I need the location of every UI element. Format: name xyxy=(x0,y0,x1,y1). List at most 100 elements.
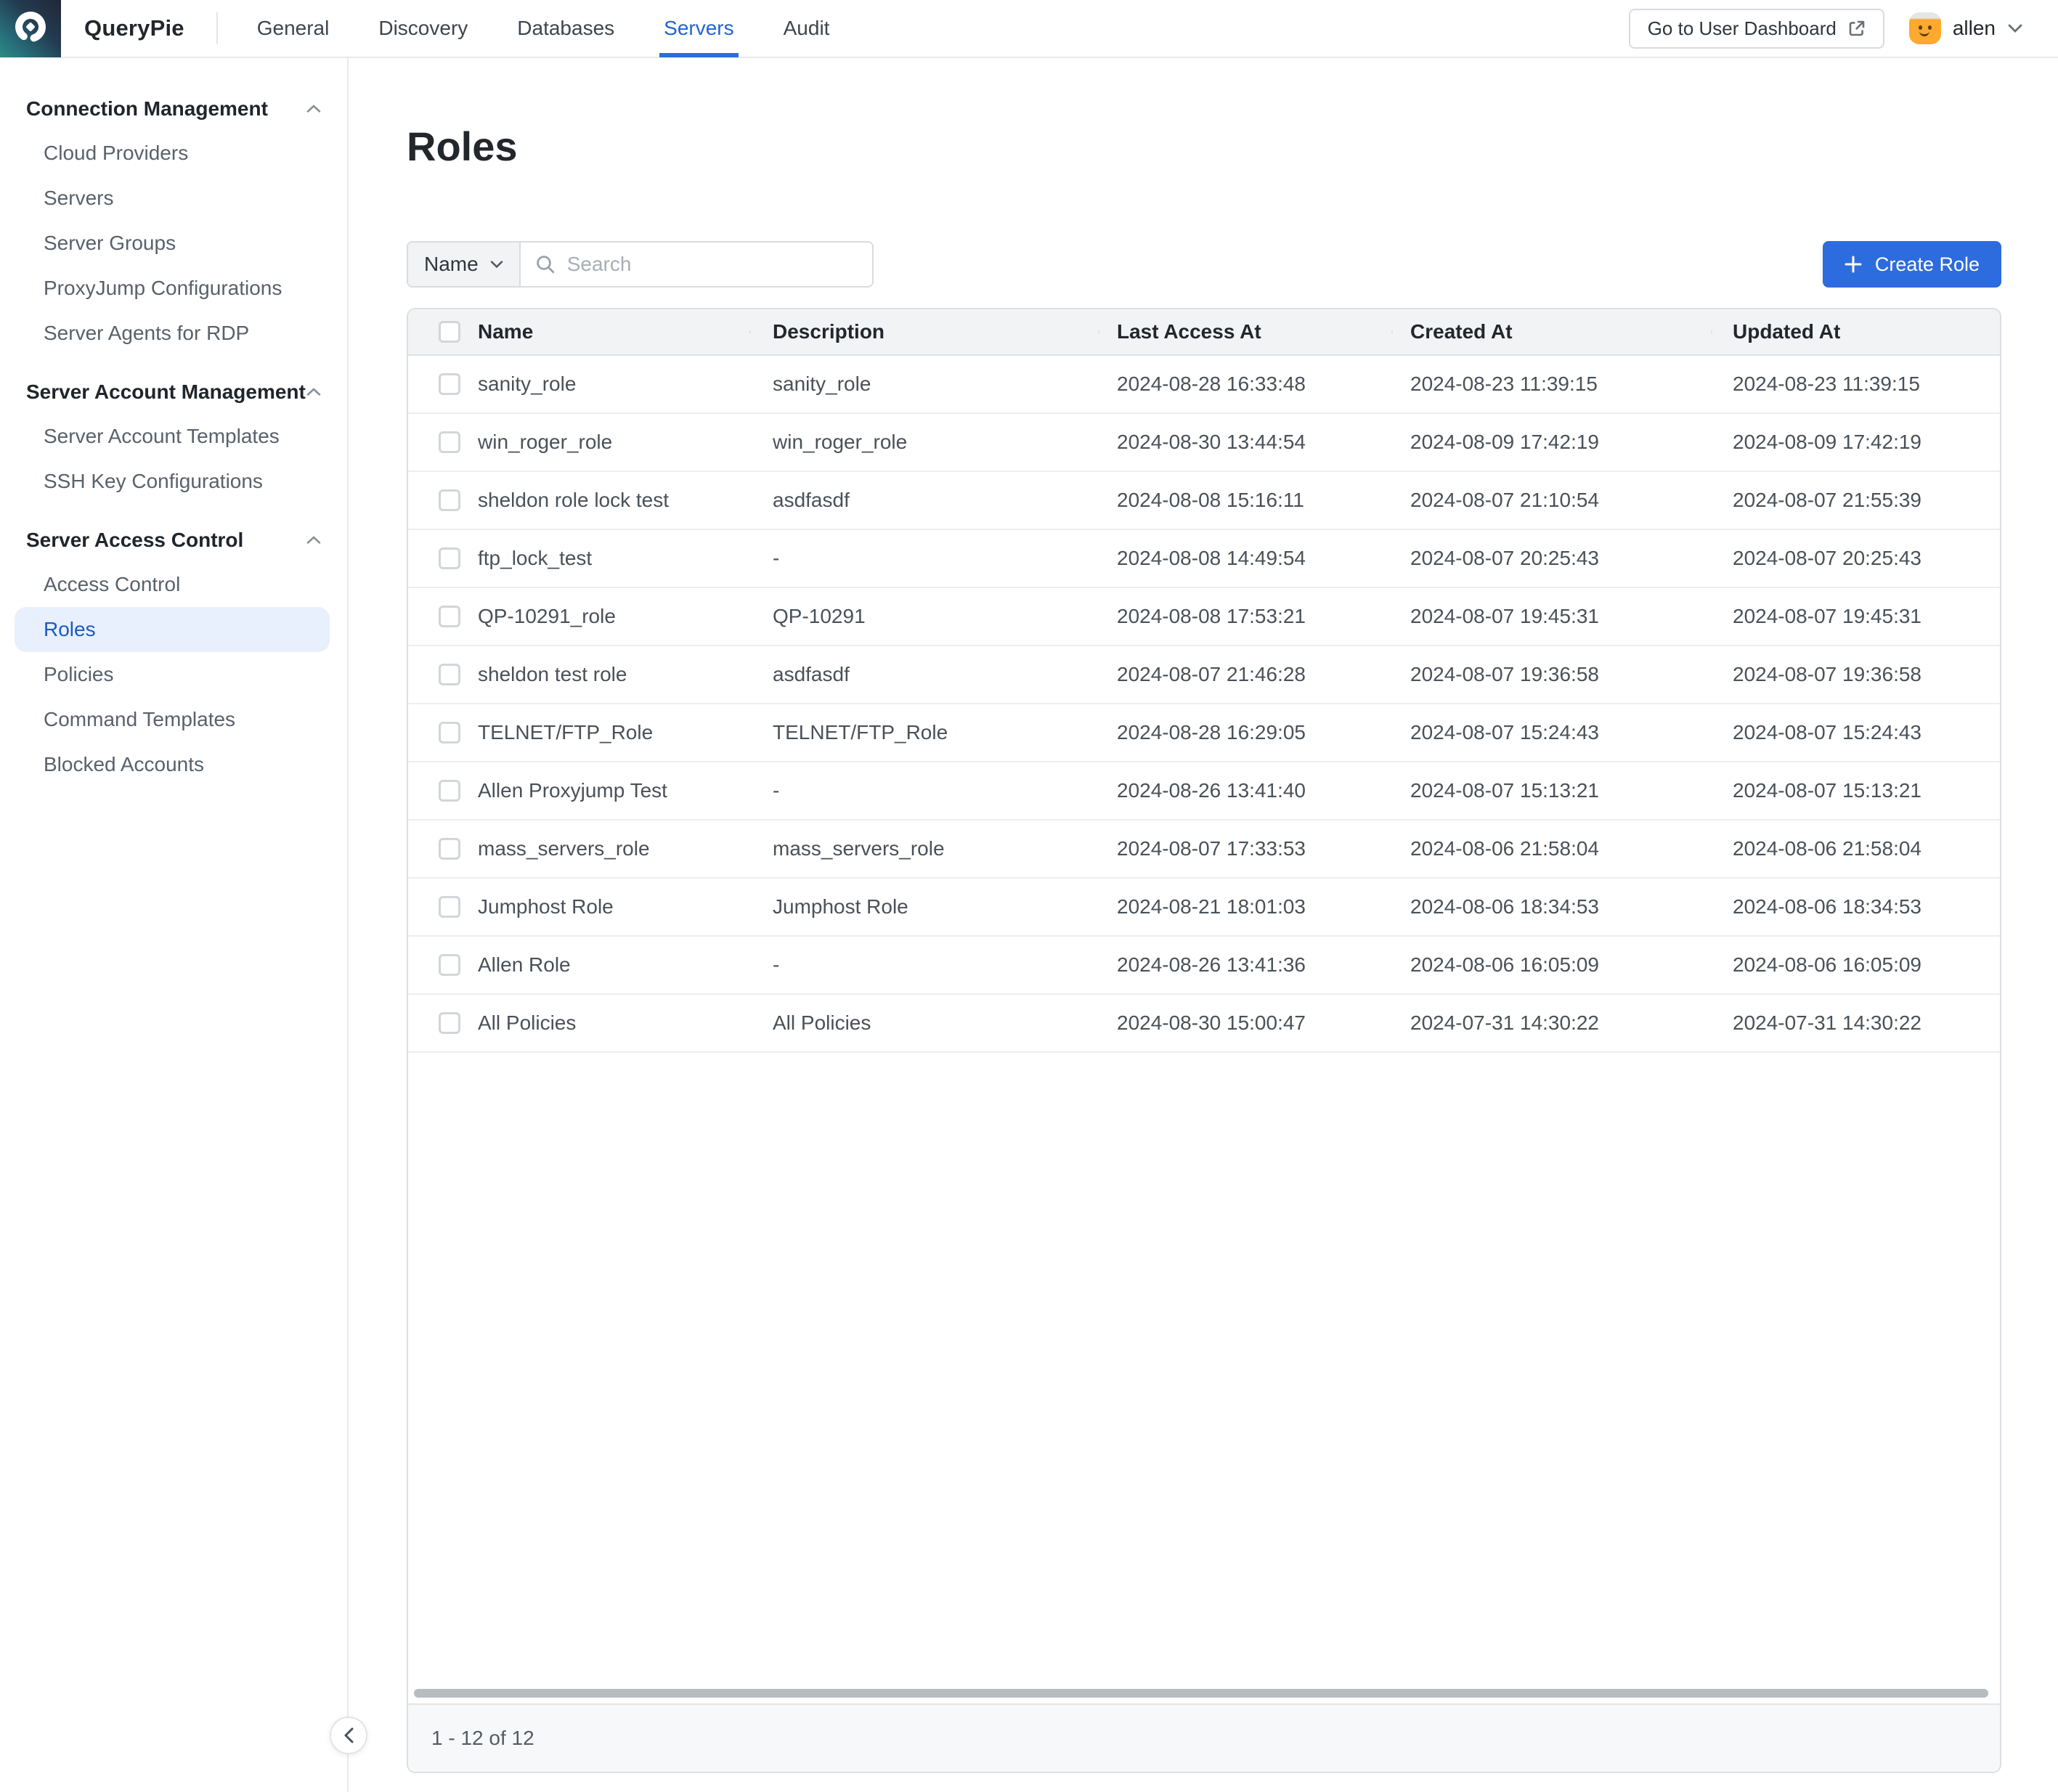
sidebar-section-header[interactable]: Server Account Management xyxy=(0,376,347,408)
row-checkbox[interactable] xyxy=(439,896,460,918)
go-to-user-dashboard-button[interactable]: Go to User Dashboard xyxy=(1629,9,1884,49)
user-avatar xyxy=(1909,12,1941,44)
row-checkbox[interactable] xyxy=(439,606,460,627)
sidebar-item-ssh-key-configurations[interactable]: SSH Key Configurations xyxy=(0,459,347,504)
sidebar-section-header[interactable]: Server Access Control xyxy=(0,524,347,556)
sidebar-item-servers[interactable]: Servers xyxy=(0,176,347,221)
row-checkbox[interactable] xyxy=(439,431,460,453)
cell-created_at: 2024-08-06 16:05:09 xyxy=(1391,953,1711,977)
user-menu[interactable]: allen xyxy=(1909,12,2023,44)
table-row[interactable]: mass_servers_rolemass_servers_role2024-0… xyxy=(408,820,2000,879)
column-header-description[interactable]: Description xyxy=(749,320,1098,343)
column-header-last-access-at[interactable]: Last Access At xyxy=(1098,320,1391,343)
sidebar-item-policies[interactable]: Policies xyxy=(0,652,347,697)
row-checkbox[interactable] xyxy=(439,780,460,802)
sidebar-item-cloud-providers[interactable]: Cloud Providers xyxy=(0,131,347,176)
sidebar-item-server-agents-for-rdp[interactable]: Server Agents for RDP xyxy=(0,311,347,356)
roles-table: NameDescriptionLast Access AtCreated AtU… xyxy=(407,308,2001,1773)
table-row[interactable]: ftp_lock_test-2024-08-08 14:49:542024-08… xyxy=(408,530,2000,588)
cell-last_access_at: 2024-08-28 16:33:48 xyxy=(1098,372,1391,396)
row-checkbox[interactable] xyxy=(439,489,460,511)
cell-last_access_at: 2024-08-30 13:44:54 xyxy=(1098,431,1391,454)
cell-name: sheldon role lock test xyxy=(460,489,749,512)
table-row[interactable]: TELNET/FTP_RoleTELNET/FTP_Role2024-08-28… xyxy=(408,704,2000,762)
table-row[interactable]: QP-10291_roleQP-102912024-08-08 17:53:21… xyxy=(408,588,2000,646)
column-header-name[interactable]: Name xyxy=(460,320,749,343)
search-input[interactable] xyxy=(567,253,858,276)
table-row[interactable]: sheldon test roleasdfasdf2024-08-07 21:4… xyxy=(408,646,2000,704)
create-role-label: Create Role xyxy=(1875,253,1980,276)
table-row[interactable]: Allen Proxyjump Test-2024-08-26 13:41:40… xyxy=(408,762,2000,820)
row-checkbox[interactable] xyxy=(439,1012,460,1034)
tab-general[interactable]: General xyxy=(232,0,354,57)
row-checkbox[interactable] xyxy=(439,722,460,744)
cell-name: TELNET/FTP_Role xyxy=(460,721,749,744)
row-checkbox[interactable] xyxy=(439,664,460,685)
cell-description: - xyxy=(749,779,1098,802)
row-checkbox-cell xyxy=(408,1012,460,1034)
table-header-row: NameDescriptionLast Access AtCreated AtU… xyxy=(408,309,2000,356)
cell-name: Allen Role xyxy=(460,953,749,977)
cell-name: sheldon test role xyxy=(460,663,749,686)
querypie-logo-icon xyxy=(12,9,49,47)
sidebar-section-title: Server Access Control xyxy=(26,529,243,552)
cell-updated_at: 2024-08-07 19:36:58 xyxy=(1711,663,2000,686)
cell-name: All Policies xyxy=(460,1011,749,1035)
table-row[interactable]: All PoliciesAll Policies2024-08-30 15:00… xyxy=(408,995,2000,1053)
sidebar-item-blocked-accounts[interactable]: Blocked Accounts xyxy=(0,742,347,787)
sidebar-section-header[interactable]: Connection Management xyxy=(0,93,347,125)
row-checkbox[interactable] xyxy=(439,838,460,860)
tab-audit[interactable]: Audit xyxy=(759,0,855,57)
cell-created_at: 2024-08-06 21:58:04 xyxy=(1391,837,1711,860)
main-nav: GeneralDiscoveryDatabasesServersAudit xyxy=(232,0,855,57)
row-checkbox-cell xyxy=(408,431,460,453)
tab-discovery[interactable]: Discovery xyxy=(354,0,492,57)
row-checkbox-cell xyxy=(408,838,460,860)
row-checkbox-cell xyxy=(408,722,460,744)
cell-created_at: 2024-08-07 19:36:58 xyxy=(1391,663,1711,686)
cell-name: Jumphost Role xyxy=(460,895,749,919)
table-row[interactable]: Allen Role-2024-08-26 13:41:362024-08-06… xyxy=(408,937,2000,995)
plus-icon xyxy=(1845,256,1862,273)
select-all-checkbox[interactable] xyxy=(439,321,460,343)
cell-updated_at: 2024-08-06 18:34:53 xyxy=(1711,895,2000,919)
column-header-updated-at[interactable]: Updated At xyxy=(1711,320,2000,343)
create-role-button[interactable]: Create Role xyxy=(1823,241,2001,288)
tab-databases[interactable]: Databases xyxy=(492,0,639,57)
row-checkbox-cell xyxy=(408,373,460,395)
sidebar-item-server-account-templates[interactable]: Server Account Templates xyxy=(0,414,347,459)
row-checkbox[interactable] xyxy=(439,954,460,976)
sidebar-item-proxyjump-configurations[interactable]: ProxyJump Configurations xyxy=(0,266,347,311)
table-row[interactable]: sanity_rolesanity_role2024-08-28 16:33:4… xyxy=(408,356,2000,414)
cell-updated_at: 2024-08-07 15:24:43 xyxy=(1711,721,2000,744)
main-content: Roles Name xyxy=(349,58,2058,1792)
querypie-logo[interactable] xyxy=(0,0,61,57)
cell-description: All Policies xyxy=(749,1011,1098,1035)
table-row[interactable]: sheldon role lock testasdfasdf2024-08-08… xyxy=(408,472,2000,530)
tab-servers[interactable]: Servers xyxy=(639,0,758,57)
row-checkbox[interactable] xyxy=(439,373,460,395)
row-checkbox-cell xyxy=(408,780,460,802)
table-row[interactable]: win_roger_rolewin_roger_role2024-08-30 1… xyxy=(408,414,2000,472)
sidebar-item-command-templates[interactable]: Command Templates xyxy=(0,697,347,742)
sidebar-item-roles[interactable]: Roles xyxy=(15,607,330,652)
cell-created_at: 2024-08-07 15:13:21 xyxy=(1391,779,1711,802)
sidebar-collapse-button[interactable] xyxy=(330,1716,367,1754)
column-header-created-at[interactable]: Created At xyxy=(1391,320,1711,343)
sidebar-section-connection-management: Connection ManagementCloud ProvidersServ… xyxy=(0,93,347,356)
cell-last_access_at: 2024-08-21 18:01:03 xyxy=(1098,895,1391,919)
sidebar-item-server-groups[interactable]: Server Groups xyxy=(0,221,347,266)
cell-last_access_at: 2024-08-08 15:16:11 xyxy=(1098,489,1391,512)
cell-name: win_roger_role xyxy=(460,431,749,454)
cell-created_at: 2024-08-06 18:34:53 xyxy=(1391,895,1711,919)
cell-description: sanity_role xyxy=(749,372,1098,396)
row-checkbox[interactable] xyxy=(439,547,460,569)
cell-description: asdfasdf xyxy=(749,663,1098,686)
cell-description: win_roger_role xyxy=(749,431,1098,454)
sidebar-section-server-access-control: Server Access Control Access ControlRoles… xyxy=(0,524,347,787)
filter-field-dropdown[interactable]: Name xyxy=(408,243,521,286)
horizontal-scrollbar[interactable] xyxy=(414,1689,1988,1698)
table-row[interactable]: Jumphost RoleJumphost Role2024-08-21 18:… xyxy=(408,879,2000,937)
sidebar-item-access-control[interactable]: Access Control xyxy=(0,562,347,607)
cell-last_access_at: 2024-08-07 21:46:28 xyxy=(1098,663,1391,686)
